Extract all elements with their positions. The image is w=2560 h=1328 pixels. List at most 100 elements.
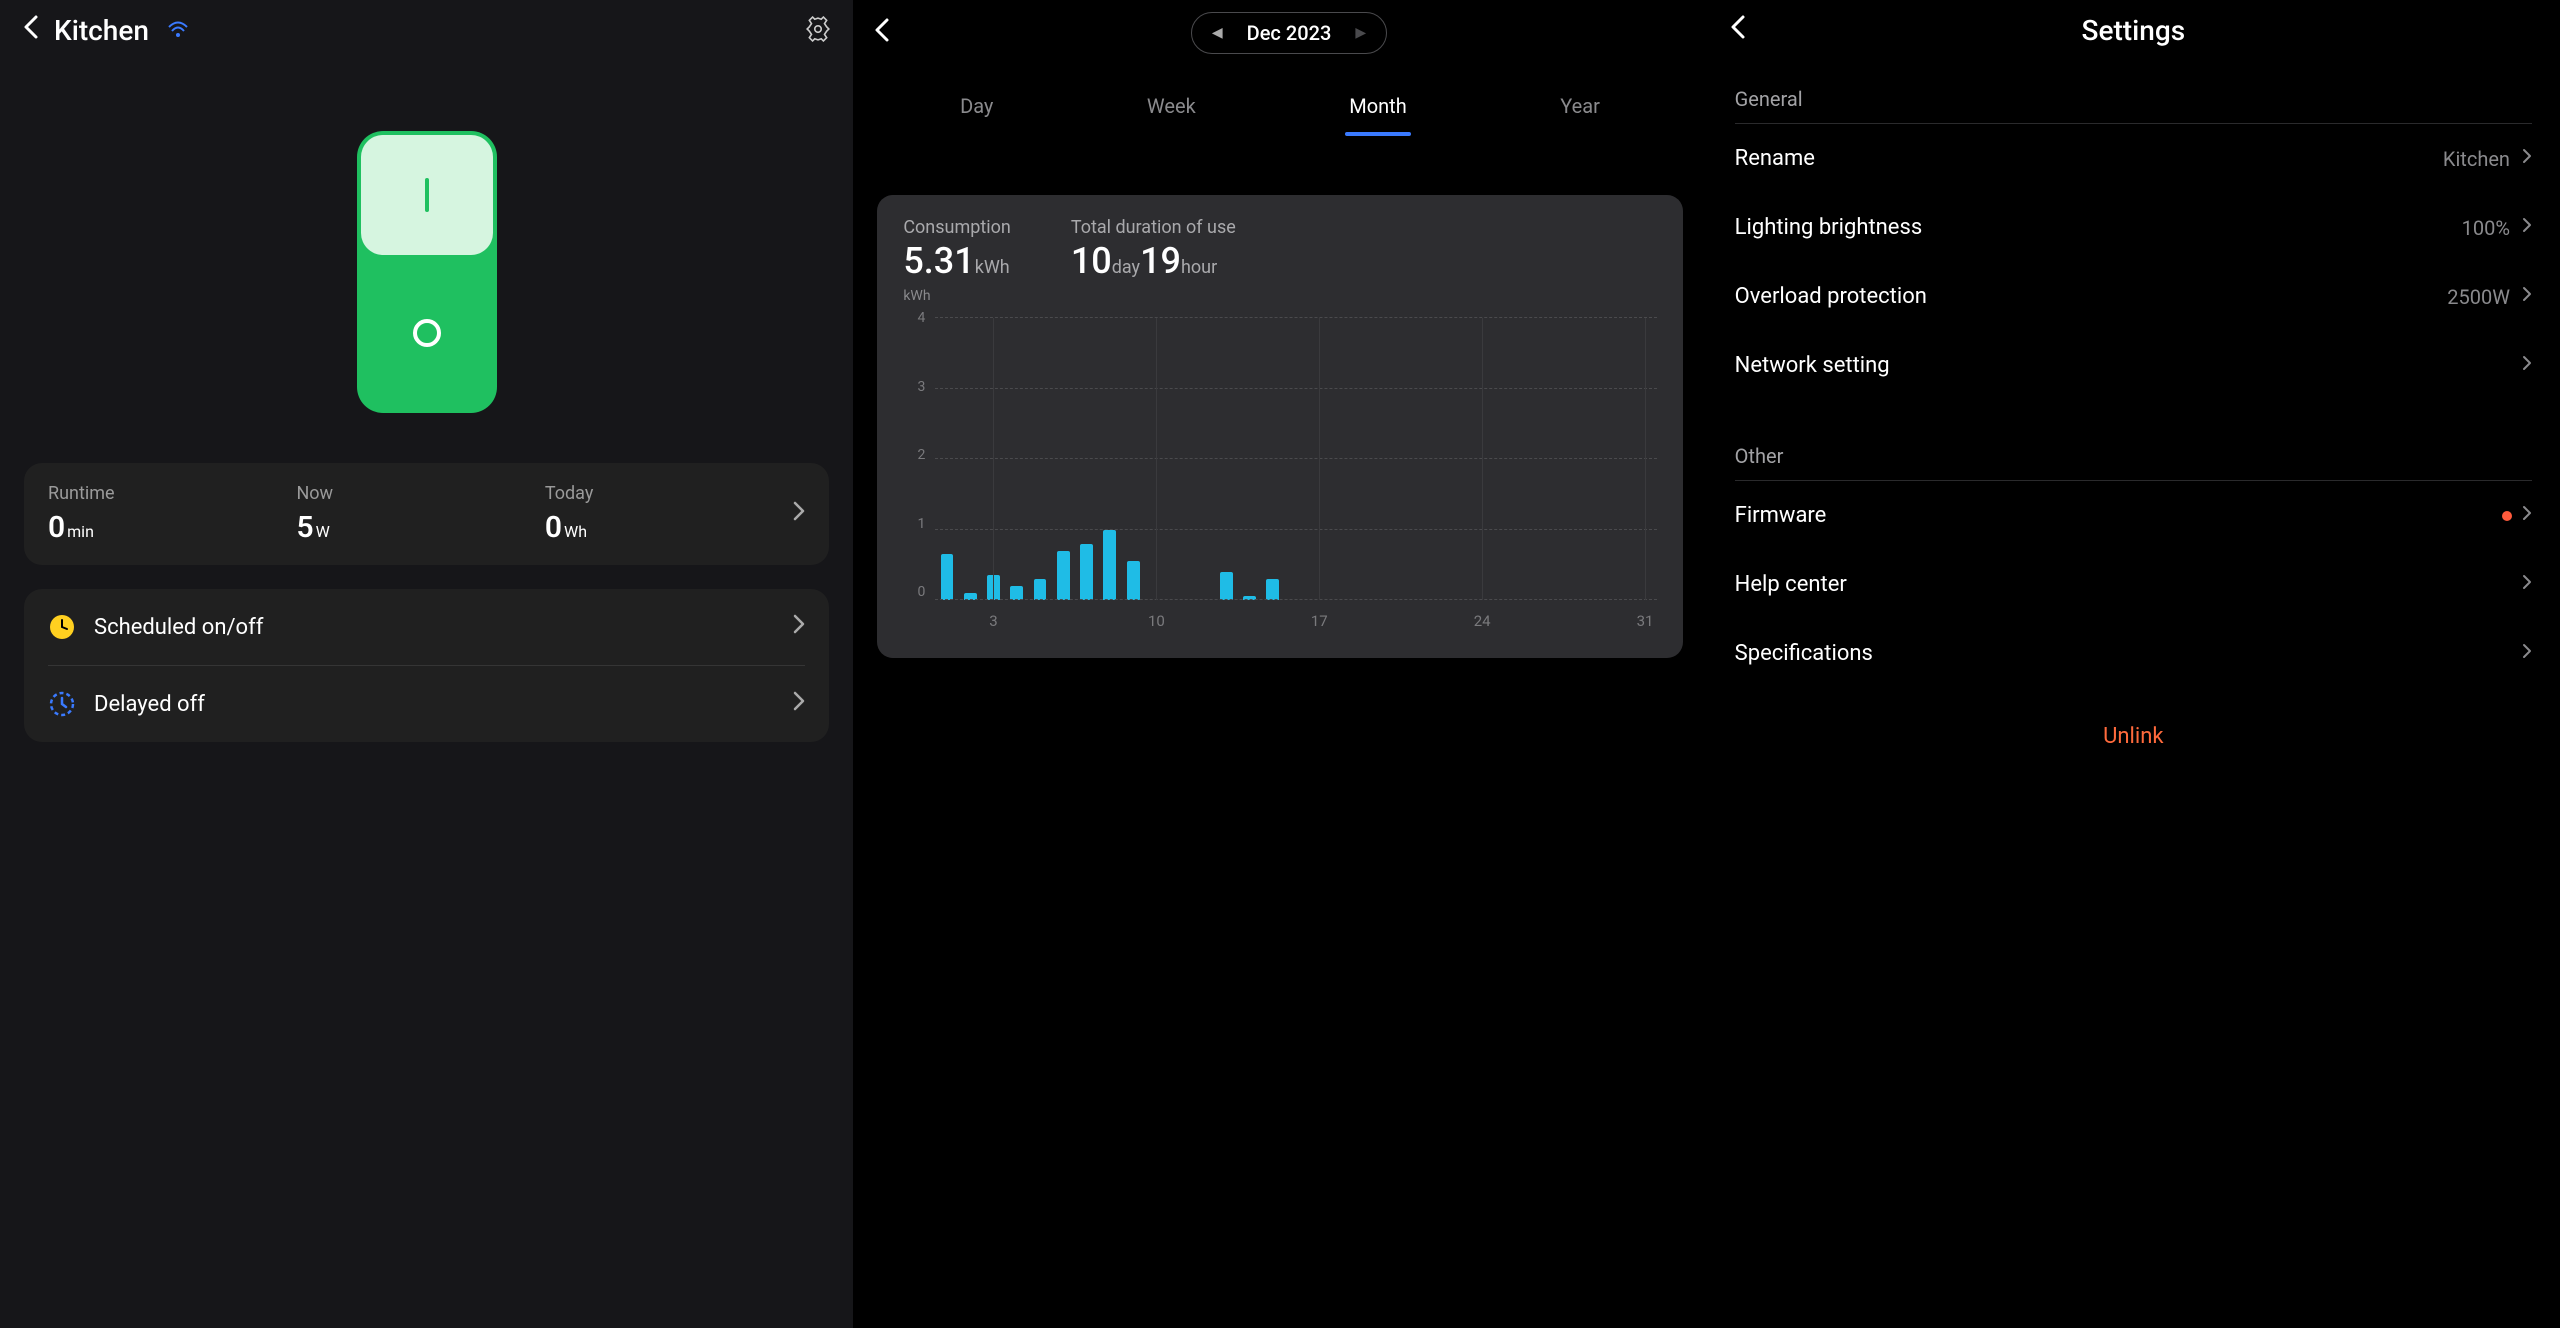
stat-value: 5W [296,510,544,545]
chevron-right-icon [2522,355,2532,376]
setting-label: Lighting brightness [1735,215,2462,240]
chevron-right-icon [793,501,805,527]
y-tick: 2 [903,447,925,463]
back-icon[interactable] [873,17,891,50]
setting-label: Firmware [1735,503,2502,528]
setting-help[interactable]: Help center [1735,550,2532,619]
chart-card: Consumption 5.31kWh Total duration of us… [877,195,1682,658]
sum-label: Total duration of use [1071,217,1236,238]
settings-title: Settings [2082,14,2186,47]
y-unit-label: kWh [903,288,1656,304]
chart-summary: Consumption 5.31kWh Total duration of us… [903,217,1656,282]
x-tick: 10 [1148,612,1165,630]
stats-header: ◀ Dec 2023 ▶ [853,0,1706,66]
chevron-right-icon [793,691,805,717]
section-other: Other [1735,430,2532,481]
chart-bar [1057,551,1070,600]
chart-bar [1127,561,1140,600]
tab-year[interactable]: Year [1548,84,1612,136]
power-switch[interactable] [357,131,497,413]
unlink-button[interactable]: Unlink [1735,724,2532,749]
y-tick: 0 [903,584,925,600]
action-label: Scheduled on/off [94,615,793,640]
gear-icon[interactable] [805,16,831,46]
consumption-block: Consumption 5.31kWh [903,217,1011,282]
setting-label: Rename [1735,146,2443,171]
setting-label: Specifications [1735,641,2522,666]
setting-value: 2500W [2447,285,2510,309]
stat-label: Today [545,483,793,504]
action-label: Delayed off [94,692,793,717]
tab-day[interactable]: Day [948,84,1005,136]
chevron-right-icon [2522,643,2532,664]
stat-today: Today 0Wh [545,483,793,545]
switch-on-half[interactable] [361,135,493,255]
chart-bar [1034,579,1047,600]
x-tick: 17 [1311,612,1328,630]
setting-firmware[interactable]: Firmware [1735,481,2532,550]
device-title: Kitchen [54,14,149,47]
stat-now: Now 5W [296,483,544,545]
chart-bar [1266,579,1279,600]
setting-label: Network setting [1735,353,2522,378]
device-panel: Kitchen Runtime 0min Now 5W Today 0Wh [0,0,853,1328]
y-tick: 1 [903,516,925,532]
chart-area: 43210 310172431 [903,310,1656,630]
stat-value: 0Wh [545,510,793,545]
sum-label: Consumption [903,217,1011,238]
tab-month[interactable]: Month [1337,84,1418,136]
chevron-right-icon [2522,217,2532,238]
setting-specs[interactable]: Specifications [1735,619,2532,688]
stats-panel: ◀ Dec 2023 ▶ Day Week Month Year Consump… [853,0,1706,1328]
chart-bar [1010,586,1023,600]
back-icon[interactable] [1729,14,1747,47]
duration-block: Total duration of use 10day19hour [1071,217,1236,282]
setting-network[interactable]: Network setting [1735,331,2532,400]
tab-week[interactable]: Week [1135,84,1208,136]
chart-bar [1220,572,1233,600]
setting-value: Kitchen [2443,147,2510,171]
setting-value: 100% [2462,216,2510,240]
setting-overload[interactable]: Overload protection 2500W [1735,262,2532,331]
y-tick: 3 [903,379,925,395]
chevron-right-icon [2522,574,2532,595]
sum-value: 10day19hour [1071,240,1236,282]
scheduled-onoff-row[interactable]: Scheduled on/off [24,589,829,665]
chevron-right-icon [2522,148,2532,169]
section-general: General [1735,73,2532,124]
setting-label: Overload protection [1735,284,2448,309]
period-label: Dec 2023 [1247,21,1332,45]
setting-brightness[interactable]: Lighting brightness 100% [1735,193,2532,262]
stat-label: Now [296,483,544,504]
timer-icon [48,690,76,718]
stat-value: 0min [48,510,296,545]
switch-off-half[interactable] [361,255,493,410]
x-axis: 310172431 [935,606,1656,630]
stats-card[interactable]: Runtime 0min Now 5W Today 0Wh [24,463,829,565]
stat-runtime: Runtime 0min [48,483,296,545]
switch-container [0,131,853,413]
settings-panel: Settings General Rename Kitchen Lighting… [1707,0,2560,1328]
period-selector[interactable]: ◀ Dec 2023 ▶ [1191,12,1387,54]
clock-icon [48,613,76,641]
delayed-off-row[interactable]: Delayed off [48,665,805,742]
period-tabs: Day Week Month Year [853,66,1706,137]
setting-rename[interactable]: Rename Kitchen [1735,124,2532,193]
x-tick: 31 [1637,612,1654,630]
prev-period-icon[interactable]: ◀ [1212,25,1223,41]
setting-label: Help center [1735,572,2522,597]
actions-card: Scheduled on/off Delayed off [24,589,829,742]
wifi-icon [167,20,189,42]
chevron-right-icon [2522,286,2532,307]
back-icon[interactable] [22,14,40,47]
chevron-right-icon [793,614,805,640]
chart-plot [935,318,1656,600]
chart-bars [935,318,1656,600]
chart-bar [1103,530,1116,601]
settings-list: General Rename Kitchen Lighting brightne… [1707,61,2560,749]
stat-label: Runtime [48,483,296,504]
sum-value: 5.31kWh [903,240,1011,282]
chevron-right-icon [2522,505,2532,526]
next-period-icon[interactable]: ▶ [1355,25,1366,41]
x-tick: 24 [1474,612,1491,630]
